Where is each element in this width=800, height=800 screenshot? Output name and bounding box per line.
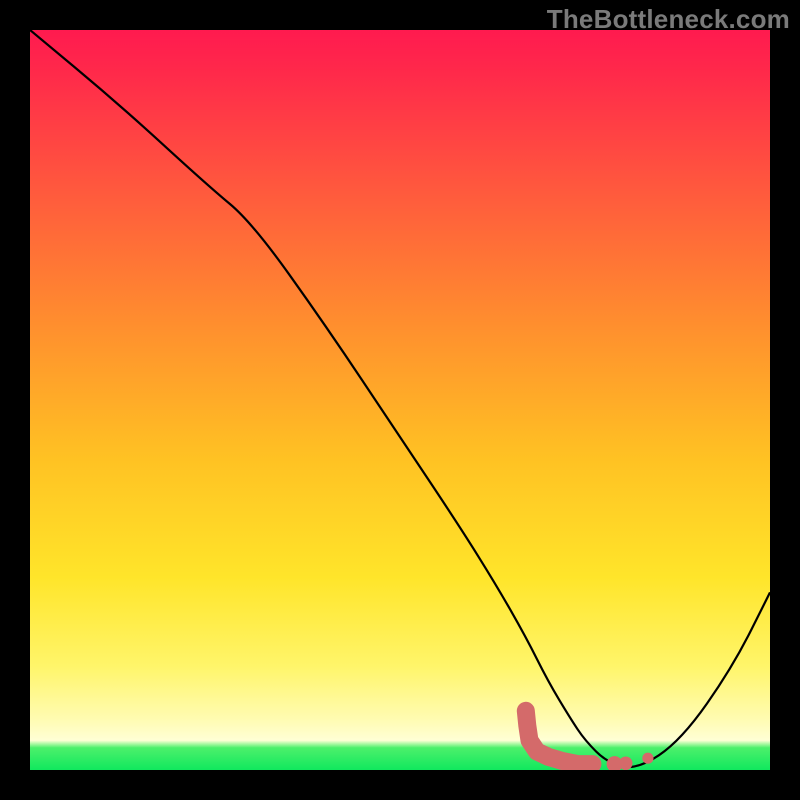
- highlight-markers: [526, 711, 654, 770]
- plot-area: [30, 30, 770, 770]
- watermark-text: TheBottleneck.com: [547, 4, 790, 35]
- bottleneck-curve-path: [30, 30, 770, 767]
- highlight-dot: [619, 757, 633, 771]
- chart-frame: TheBottleneck.com: [0, 0, 800, 800]
- highlight-dot: [642, 753, 653, 764]
- chart-overlay: [30, 30, 770, 770]
